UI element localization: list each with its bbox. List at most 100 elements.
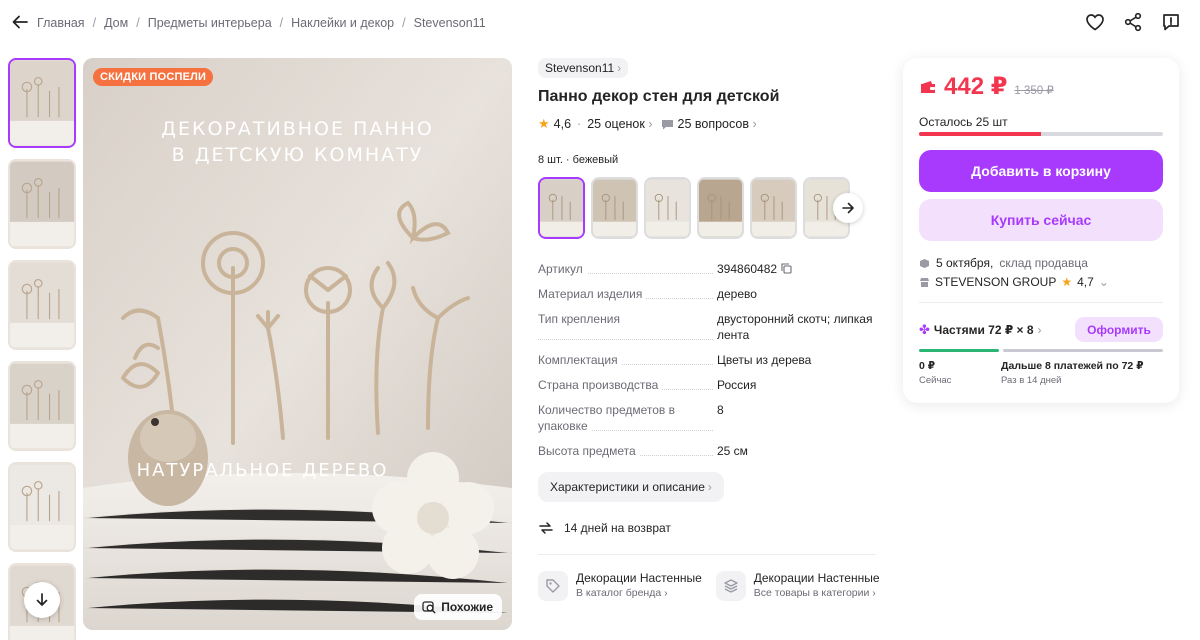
questions-icon — [661, 119, 673, 129]
gallery-thumbnail[interactable] — [8, 260, 76, 350]
brand-link[interactable]: Stevenson11 › — [538, 58, 629, 78]
layers-icon — [715, 571, 746, 601]
variant-label: 8 шт. · бежевый — [538, 154, 619, 166]
heart-icon[interactable] — [1084, 11, 1106, 33]
category-all-link[interactable]: Декорации Настенные Все товары в категор… — [715, 571, 880, 601]
installment-progress — [919, 349, 1163, 352]
pay-now-label: Сейчас — [919, 375, 952, 386]
reviews-count: 25 оценок — [587, 117, 645, 131]
box-icon — [920, 258, 929, 268]
variant-swatch[interactable] — [750, 177, 797, 239]
variant-swatch[interactable] — [538, 177, 585, 239]
buy-now-button[interactable]: Купить сейчас — [919, 199, 1163, 241]
questions-link[interactable]: 25 вопросов › — [678, 117, 757, 131]
spec-key: Страна производства — [538, 377, 717, 393]
stock-progress-fill — [919, 132, 1041, 136]
return-label: 14 дней на возврат — [564, 521, 671, 535]
category-subtitle: Все товары в категории › — [753, 587, 876, 599]
variant-swatches — [538, 177, 863, 239]
spec-key: Артикул — [538, 261, 717, 277]
breadcrumb-item[interactable]: Главная — [37, 16, 85, 30]
divider — [538, 554, 876, 555]
seller-rating: 4,7 — [1077, 275, 1094, 289]
chevron-down-icon: ⌄ — [1098, 275, 1109, 289]
rating-row: ★ 4,6 · 25 оценок › 25 вопросов › — [538, 116, 878, 132]
category-title: Декорации Настенные — [753, 571, 880, 585]
spec-key: Количество предметов в упаковке — [538, 402, 717, 434]
gallery-thumbnail[interactable] — [8, 462, 76, 552]
report-icon[interactable] — [1160, 11, 1182, 33]
brand-catalog-link[interactable]: Декорации Настенные В каталог бренда › — [538, 571, 702, 601]
spec-row: Страна производства Россия — [538, 377, 876, 393]
similar-search-icon — [422, 601, 436, 614]
spec-row: Высота предмета 25 см — [538, 443, 876, 459]
questions-count: 25 вопросов — [677, 117, 749, 131]
spec-row: Артикул 394860482 — [538, 261, 876, 277]
installment-apply-button[interactable]: Оформить — [1075, 317, 1163, 342]
characteristics-button[interactable]: Характеристики и описание › — [538, 472, 724, 502]
breadcrumb-separator: / — [92, 16, 97, 30]
variant-swatch[interactable] — [697, 177, 744, 239]
gallery-thumbnail[interactable] — [8, 58, 76, 148]
installment-link[interactable]: ✤ Частями 72 ₽ × 8 › — [919, 322, 1042, 338]
spec-row: Количество предметов в упаковке 8 — [538, 402, 876, 434]
breadcrumb-item[interactable]: Предметы интерьера — [148, 16, 272, 30]
specs-table: Артикул 394860482 Материал изделия дерево Ти… — [538, 261, 876, 459]
back-arrow-icon[interactable] — [10, 12, 30, 32]
add-to-cart-button[interactable]: Добавить в корзину — [919, 150, 1163, 192]
installment-label: Частями 72 ₽ × 8 — [933, 323, 1034, 337]
arrow-right-icon — [842, 202, 854, 214]
chevron-right-icon: › — [1037, 323, 1042, 337]
scroll-down-button[interactable] — [24, 582, 60, 618]
stock-progress-bar — [919, 132, 1163, 136]
price-row: 442 ₽ 1 350 ₽ — [919, 72, 1054, 101]
tag-icon — [538, 571, 568, 601]
header-actions — [1084, 11, 1182, 33]
installment-segment-paid — [919, 349, 999, 352]
shop-icon — [920, 277, 929, 287]
star-icon: ★ — [1061, 275, 1073, 289]
breadcrumb-item[interactable]: Наклейки и декор — [291, 16, 394, 30]
spec-key: Тип крепления — [538, 311, 717, 343]
star-icon: ★ — [538, 116, 550, 131]
main-product-image[interactable]: СКИДКИ ПОСПЕЛИ ДЕКОРАТИВНОЕ ПАННО В ДЕТСК… — [83, 58, 512, 630]
pay-later-label: Раз в 14 дней — [1001, 375, 1062, 386]
spec-row: Комплектация Цветы из дерева — [538, 352, 876, 368]
spec-value: 8 — [717, 403, 724, 417]
spec-key: Высота предмета — [538, 443, 717, 459]
spec-value: двусторонний скотч; липкая лента — [717, 312, 873, 342]
breadcrumb-item[interactable]: Stevenson11 — [414, 16, 486, 30]
spec-key: Комплектация — [538, 352, 717, 368]
category-links: Декорации Настенные В каталог бренда › Д… — [538, 571, 880, 601]
rating-value: 4,6 — [553, 117, 572, 131]
breadcrumb-separator: / — [279, 16, 284, 30]
characteristics-label: Характеристики и описание — [550, 480, 705, 494]
delivery-info: 5 октября, склад продавца — [919, 256, 1088, 270]
gallery-thumbnail[interactable] — [8, 361, 76, 451]
stock-left: Осталось 25 шт — [919, 115, 1008, 129]
gallery-thumbnail[interactable] — [8, 159, 76, 249]
copy-icon[interactable] — [781, 263, 792, 274]
reviews-link[interactable]: 25 оценок › — [587, 117, 652, 131]
pay-later: Дальше 8 платежей по 72 ₽ Раз в 14 дней — [1001, 360, 1144, 386]
seller-link[interactable]: STEVENSON GROUP ★ 4,7 ⌄ — [919, 275, 1109, 289]
pay-now-amount: 0 ₽ — [919, 360, 936, 372]
spec-value: дерево — [717, 287, 757, 301]
share-icon[interactable] — [1122, 11, 1144, 33]
spec-value: 394860482 — [717, 261, 876, 277]
spec-key: Материал изделия — [538, 286, 717, 302]
chevron-right-icon: › — [617, 61, 622, 75]
swatches-next-button[interactable] — [833, 193, 863, 223]
variant-swatch[interactable] — [644, 177, 691, 239]
delivery-source: склад продавца — [999, 256, 1088, 270]
breadcrumb-separator: / — [136, 16, 140, 30]
breadcrumb-item[interactable]: Дом — [104, 16, 128, 30]
pay-now: 0 ₽ Сейчас — [919, 360, 951, 386]
spec-value: Россия — [717, 378, 757, 392]
pay-later-amount: Дальше 8 платежей по 72 ₽ — [1001, 360, 1144, 372]
return-arrows-icon — [539, 522, 553, 534]
variant-swatch[interactable] — [591, 177, 638, 239]
installment-logo-icon: ✤ — [919, 322, 930, 337]
delivery-date: 5 октября, — [936, 256, 994, 270]
similar-button[interactable]: Похожие — [414, 594, 502, 620]
